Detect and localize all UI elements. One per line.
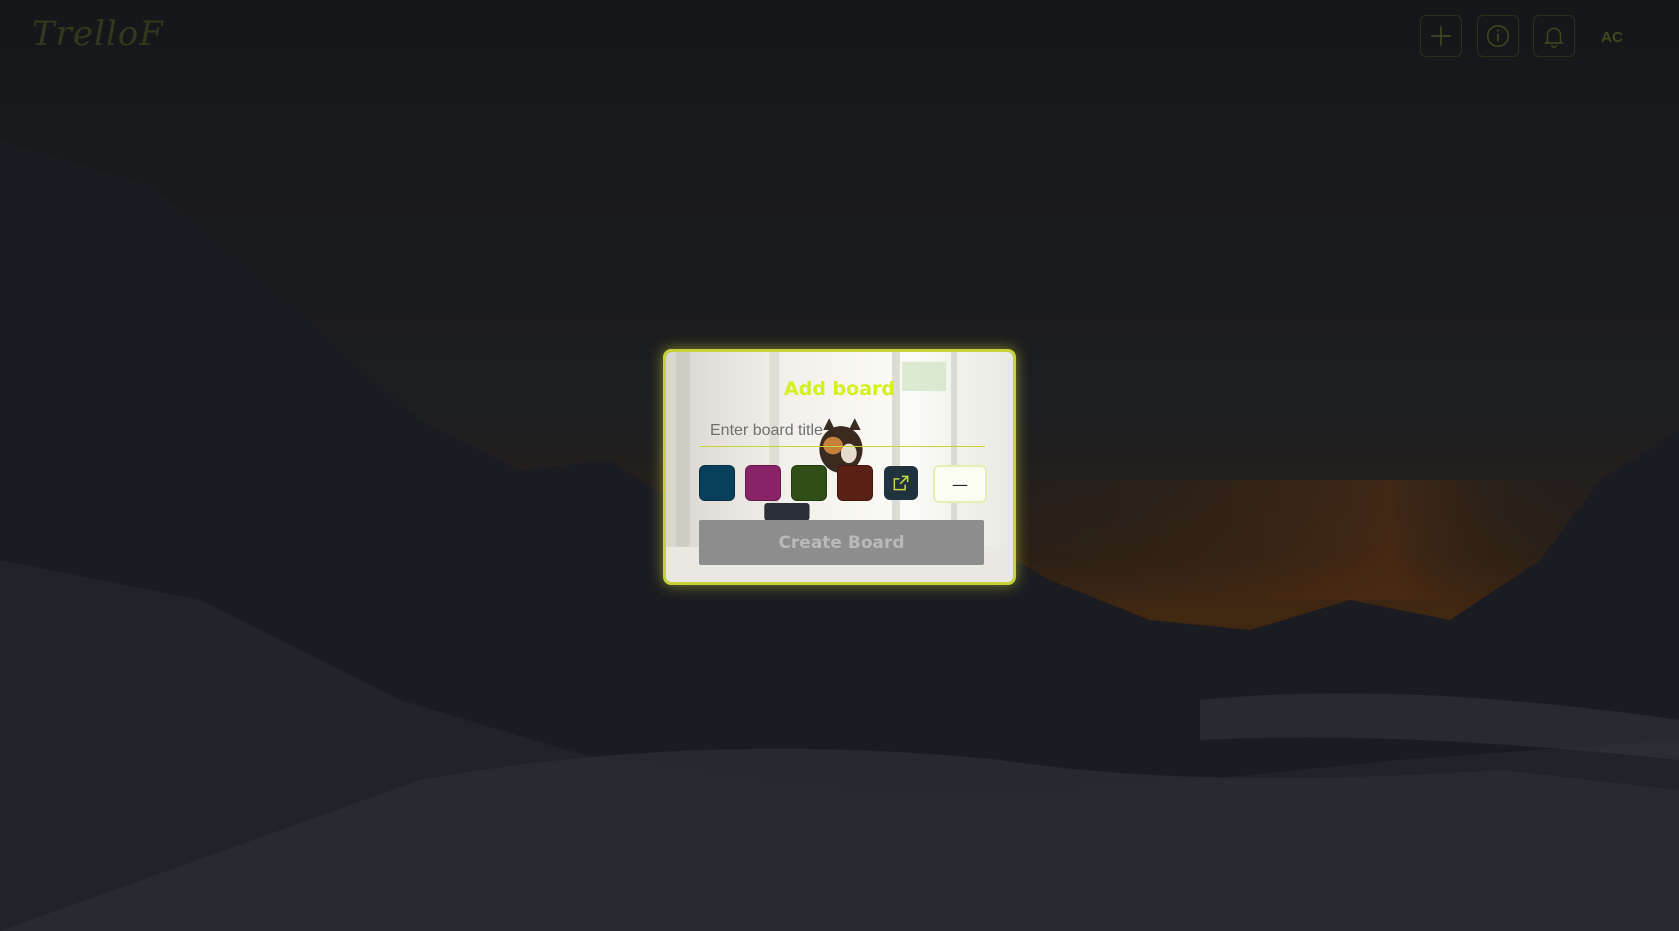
board-title-input[interactable] — [700, 415, 985, 447]
plus-icon — [1431, 26, 1451, 46]
color-swatch-brown[interactable] — [837, 465, 873, 501]
bell-icon — [1544, 27, 1564, 49]
info-icon — [1486, 24, 1510, 48]
modal-title: Add board — [784, 378, 895, 400]
external-link-icon — [893, 475, 909, 491]
add-board-button[interactable] — [1420, 15, 1462, 57]
app-logo[interactable]: TrelloF — [32, 14, 164, 54]
notifications-button[interactable] — [1533, 15, 1575, 57]
no-background-button[interactable]: — — [933, 465, 987, 503]
custom-background-button[interactable] — [884, 466, 918, 500]
color-swatch-magenta[interactable] — [745, 465, 781, 501]
color-swatch-green[interactable] — [791, 465, 827, 501]
user-avatar[interactable]: AC — [1592, 22, 1632, 52]
info-button[interactable] — [1477, 15, 1519, 57]
top-bar: TrelloF AC — [0, 0, 1679, 74]
color-swatch-blue[interactable] — [699, 465, 735, 501]
create-board-button[interactable]: Create Board — [699, 520, 984, 565]
add-board-modal: Add board — Create Board — [663, 349, 1016, 585]
